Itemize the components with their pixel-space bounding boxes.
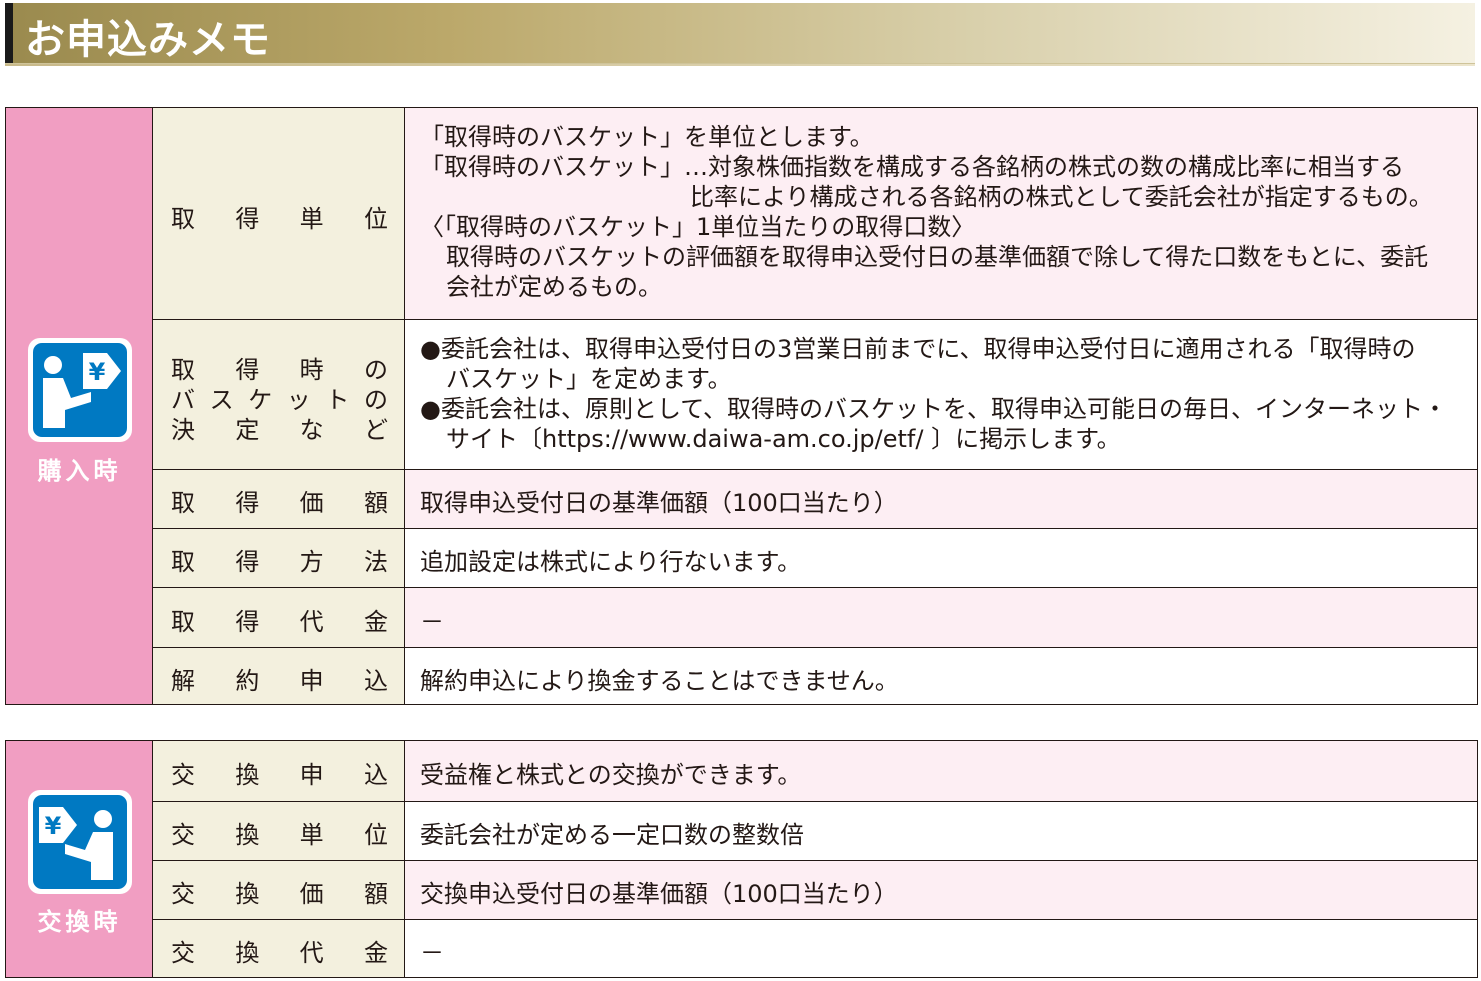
table-row: 取得価額 取得申込受付日の基準価額（100口当たり）: [153, 469, 1477, 528]
header-divider: [5, 64, 1475, 66]
row-label: 交換価額: [171, 880, 388, 908]
svg-text:¥: ¥: [45, 812, 62, 840]
table-row: 取得代金 －: [153, 587, 1477, 647]
row-label-cell: 交換単位: [153, 802, 405, 860]
row-content-cell: 「取得時のバスケット」を単位とします。 「取得時のバスケット」…対象株価指数を構…: [405, 108, 1477, 319]
table-row: 取得方法 追加設定は株式により行ないます。: [153, 528, 1477, 587]
header-accent-bar: [5, 3, 13, 63]
table-row: 交換代金 －: [153, 919, 1477, 977]
row-content-cell: 受益権と株式との交換ができます。: [405, 741, 1477, 801]
content-line: 〈「取得時のバスケット」1単位当たりの取得口数〉: [420, 213, 976, 241]
page-header: お申込みメモ: [5, 3, 1475, 66]
purchase-side-label: 購入時: [37, 457, 122, 485]
content-text: －: [420, 939, 444, 967]
svg-text:¥: ¥: [89, 358, 106, 386]
content-text: 追加設定は株式により行ないます。: [420, 548, 802, 576]
content-line: 会社が定めるもの。: [446, 273, 662, 301]
row-label: 交換代金: [171, 939, 388, 967]
row-label: 交換単位: [171, 821, 388, 849]
exchange-sidebar: ¥ 交換時: [6, 741, 153, 977]
row-content-cell: －: [405, 588, 1477, 647]
row-label: 交換申込: [171, 761, 388, 789]
exchange-side-label: 交換時: [37, 908, 122, 936]
purchase-icon-frame: ¥: [28, 338, 132, 442]
content-text: 取得申込受付日の基準価額（100口当たり）: [420, 489, 898, 517]
table-row: 交換単位 委託会社が定める一定口数の整数倍: [153, 801, 1477, 860]
row-label-cell: 交換代金: [153, 920, 405, 977]
row-label: 取得価額: [171, 489, 388, 517]
content-text: －: [420, 608, 444, 636]
table-row: 交換価額 交換申込受付日の基準価額（100口当たり）: [153, 860, 1477, 919]
content-line: ●委託会社は、取得申込受付日の3営業日前までに、取得申込受付日に適用される「取得…: [420, 335, 1416, 363]
row-label-cell: 取得価額: [153, 470, 405, 528]
row-label-line: 決定など: [171, 416, 388, 444]
row-label-cell: 取得代金: [153, 588, 405, 647]
content-text: 受益権と株式との交換ができます。: [420, 761, 802, 789]
row-label-cell: 取得時の バスケットの 決定など: [153, 320, 405, 469]
purchase-sidebar: ¥ 購入時: [6, 108, 153, 704]
yen-arrow-person-icon: ¥: [33, 795, 127, 889]
row-content-cell: 解約申込により換金することはできません。: [405, 648, 1477, 704]
table-row: 取得単位 「取得時のバスケット」を単位とします。 「取得時のバスケット」…対象株…: [153, 108, 1477, 319]
row-content-cell: 取得申込受付日の基準価額（100口当たり）: [405, 470, 1477, 528]
row-label: 解約申込: [171, 667, 388, 695]
content-text: 委託会社が定める一定口数の整数倍: [420, 821, 804, 849]
content-line: バスケット」を定めます。: [446, 365, 732, 393]
row-label: 取得方法: [171, 548, 388, 576]
exchange-section: ¥ 交換時 交換申込 受益権と株式との交換ができます。 交換単位 委託会社が定め…: [5, 740, 1478, 978]
row-content-cell: ●委託会社は、取得申込受付日の3営業日前までに、取得申込受付日に適用される「取得…: [405, 320, 1477, 469]
table-row: 交換申込 受益権と株式との交換ができます。: [153, 741, 1477, 801]
row-label-cell: 交換価額: [153, 861, 405, 919]
row-content-cell: 追加設定は株式により行ないます。: [405, 529, 1477, 587]
row-content-cell: －: [405, 920, 1477, 977]
content-text: 解約申込により換金することはできません。: [420, 667, 899, 695]
content-line: 「取得時のバスケット」を単位とします。: [420, 123, 874, 151]
page-title: お申込みメモ: [25, 17, 271, 63]
content-text: 交換申込受付日の基準価額（100口当たり）: [420, 880, 898, 908]
row-label-cell: 取得単位: [153, 108, 405, 319]
content-line: 「取得時のバスケット」…対象株価指数を構成する各銘柄の株式の数の構成比率に相当す…: [420, 153, 1404, 181]
row-content-cell: 委託会社が定める一定口数の整数倍: [405, 802, 1477, 860]
content-line: 比率により構成される各銘柄の株式として委託会社が指定するもの。: [690, 183, 1433, 211]
row-label: 取得単位: [171, 205, 388, 233]
row-label: 取得代金: [171, 608, 388, 636]
table-row: 取得時の バスケットの 決定など ●委託会社は、取得申込受付日の3営業日前までに…: [153, 319, 1477, 469]
person-yen-arrow-right-icon: ¥: [33, 343, 127, 437]
row-label-cell: 取得方法: [153, 529, 405, 587]
exchange-icon-frame: ¥: [28, 790, 132, 894]
row-label-cell: 交換申込: [153, 741, 405, 801]
content-line: ●委託会社は、原則として、取得時のバスケットを、取得申込可能日の毎日、インターネ…: [420, 395, 1448, 423]
content-line: 取得時のバスケットの評価額を取得申込受付日の基準価額で除して得た口数をもとに、委…: [446, 243, 1429, 271]
content-line: サイト〔https://www.daiwa-am.co.jp/etf/ 〕に掲示…: [446, 425, 1121, 453]
row-label-cell: 解約申込: [153, 648, 405, 704]
row-content-cell: 交換申込受付日の基準価額（100口当たり）: [405, 861, 1477, 919]
purchase-section: ¥ 購入時 取得単位 「取得時のバスケット」を単位とします。 「取得時のバスケッ…: [5, 107, 1478, 705]
table-row: 解約申込 解約申込により換金することはできません。: [153, 647, 1477, 704]
